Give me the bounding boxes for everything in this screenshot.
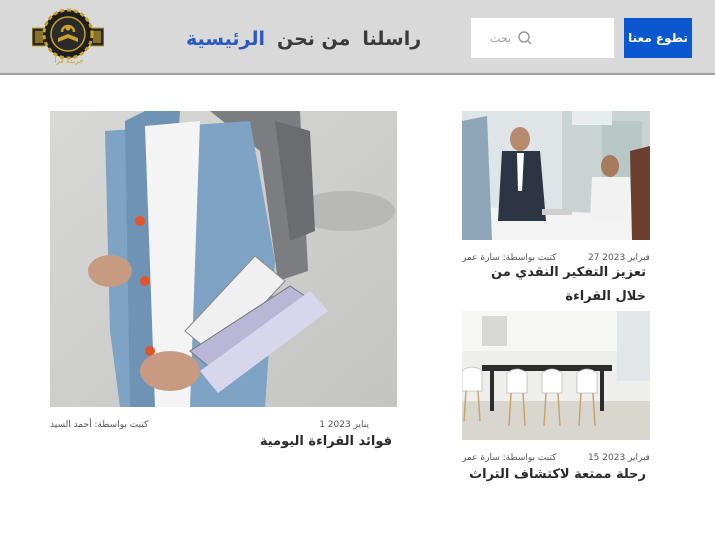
article-title[interactable]: رحلة ممتعة لاكتشاف التراث — [462, 463, 646, 487]
article-title[interactable]: فوائد القراءة اليومية — [92, 430, 392, 454]
featured-article[interactable]: يناير 2023 1 كتبت بواسطة: أحمد السيد فوا… — [50, 111, 398, 456]
nav-about-link[interactable]: من نحن — [277, 28, 350, 50]
logo-caption: جريدة قرأ — [54, 57, 84, 65]
site-header: تطوع معنا الرئيسية من نحن راسلنا جريدة ق… — [0, 0, 715, 75]
search-icon — [518, 31, 532, 45]
article-author: كتبت بواسطة: أحمد السيد — [50, 420, 149, 430]
search-box[interactable] — [471, 18, 614, 58]
office-meeting-photo — [462, 111, 650, 240]
student-with-books-photo — [50, 111, 397, 407]
article-date: يناير 2023 1 — [319, 420, 369, 430]
side-article-image[interactable] — [462, 311, 650, 440]
dining-room-photo — [462, 311, 650, 440]
side-article-image[interactable] — [462, 111, 650, 240]
featured-image[interactable] — [50, 111, 397, 407]
article-author: كتبت بواسطة: سارة عمر — [462, 453, 557, 463]
article-title[interactable]: تعزيز التفكير النقدي من خلال القراءة — [462, 261, 646, 309]
article-date: فبراير 2023 15 — [587, 453, 650, 463]
side-article[interactable]: فبراير 2023 27 كتبت بواسطة: سارة عمر تعز… — [462, 111, 652, 306]
search-input[interactable] — [471, 31, 511, 45]
nav-contact-link[interactable]: راسلنا — [362, 28, 421, 50]
volunteer-button[interactable]: تطوع معنا — [624, 18, 692, 58]
side-article[interactable]: فبراير 2023 15 كتبت بواسطة: سارة عمر رحل… — [462, 311, 652, 491]
nav-home-link[interactable]: الرئيسية — [186, 28, 265, 50]
main-nav: الرئيسية من نحن راسلنا — [186, 22, 421, 56]
